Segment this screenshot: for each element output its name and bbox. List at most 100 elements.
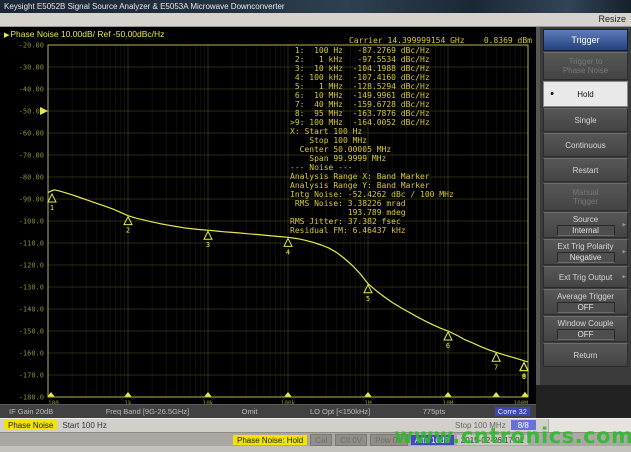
sidebar-item-label: Average Trigger — [557, 292, 614, 301]
band-marker-tick-icon — [48, 392, 55, 397]
readout-line: Center 50.00005 MHz — [290, 145, 454, 154]
y-axis-tick-label: -20.00 — [19, 42, 44, 50]
readout-line: --- Noise --- — [290, 163, 454, 172]
sidebar-item-label: Window Couple — [557, 319, 613, 328]
plot-status-chip: Freq Band [9G-26.5GHz] — [103, 407, 192, 416]
resize-button[interactable]: Resize — [598, 14, 626, 24]
reference-level-arrow-icon — [40, 107, 48, 115]
sidebar-empty-area — [536, 385, 631, 418]
y-axis-tick-label: -120.0 — [19, 262, 44, 270]
submenu-arrow-icon: ▸ — [622, 273, 626, 282]
sidebar-item-manual-trigger: Manual Trigger — [543, 183, 628, 211]
sidebar-item-value: Internal — [557, 225, 615, 236]
y-axis-tick-label: -160.0 — [19, 350, 44, 358]
plot-status-chip: LO Opt [<150kHz] — [307, 407, 373, 416]
sidebar-item-label: Ext Trig Output — [559, 273, 612, 282]
sidebar-item-label: Manual Trigger — [572, 188, 598, 206]
readout-line: Residual FM: 6.46437 kHz — [290, 226, 454, 235]
band-marker-tick-icon — [125, 392, 132, 397]
readout-line: 7: 40 MHz -159.6728 dBc/Hz — [290, 100, 454, 109]
sidebar-item-restart[interactable]: Restart — [543, 158, 628, 182]
plot-status-bar: IF Gain 20dB Freq Band [9G-26.5GHz] Omit LO… — [0, 404, 536, 418]
readout-line: Stop 100 MHz — [290, 136, 454, 145]
readout-line: 3: 10 kHz -104.1988 dBc/Hz — [290, 64, 454, 73]
sidebar-menu-title: Trigger — [543, 29, 628, 51]
readout-line: 2: 1 kHz -97.5534 dBc/Hz — [290, 55, 454, 64]
sidebar-item-label: Continuous — [565, 141, 605, 150]
readout-line: Analysis Range X: Band Marker — [290, 172, 454, 181]
readout-line: Span 99.9999 MHz — [290, 154, 454, 163]
submenu-arrow-icon: ▸ — [622, 221, 626, 230]
band-marker-tick-icon — [365, 392, 372, 397]
sidebar-item-return[interactable]: Return — [543, 343, 628, 367]
readout-line: Analysis Range Y: Band Marker — [290, 181, 454, 190]
readout-line: 5: 1 MHz -128.5294 dBc/Hz — [290, 82, 454, 91]
y-axis-tick-label: -30.00 — [19, 64, 44, 72]
trace-marker-number: 9 — [522, 373, 526, 381]
sidebar-item-label: Hold — [577, 90, 593, 99]
band-marker-tick-icon — [493, 392, 500, 397]
readout-line: >9: 100 MHz -164.0052 dBc/Hz — [290, 118, 454, 127]
phase-noise-plot[interactable]: ▶Phase Noise 10.00dB/ Ref -50.00dBc/Hz C… — [0, 27, 536, 418]
sidebar-item-label: Trigger to Phase Noise — [563, 57, 608, 75]
readout-line: Intg Noise: -52.4262 dBc / 100 MHz — [290, 190, 454, 199]
plot-status-chip: Omit — [239, 407, 261, 416]
trace-marker-icon — [48, 194, 56, 202]
band-marker-tick-icon — [285, 392, 292, 397]
readout-line: 4: 100 kHz -107.4160 dBc/Hz — [290, 73, 454, 82]
application-window: Keysight E5052B Signal Source Analyzer &… — [0, 0, 631, 452]
sidebar-item-continuous[interactable]: Continuous — [543, 133, 628, 157]
trace-marker-number: 6 — [446, 342, 450, 350]
trace-marker-icon — [284, 238, 292, 246]
readout-line: X: Start 100 Hz — [290, 127, 454, 136]
status-chip-ctl-0v: Ctl 0V — [335, 434, 367, 446]
sidebar-item-label: Source — [573, 215, 598, 224]
sidebar-item-value: Negative — [557, 252, 615, 263]
readout-line: 8: 95 MHz -163.7876 dBc/Hz — [290, 109, 454, 118]
active-trace-chip: Phase Noise — [4, 420, 57, 430]
sidebar-item-label: Ext Trig Polarity — [557, 242, 613, 251]
sidebar-item-value: OFF — [557, 329, 615, 340]
sidebar-item-window-couple[interactable]: Window CoupleOFF — [543, 316, 628, 342]
trace-marker-number: 3 — [206, 241, 210, 249]
sidebar-item-average-trigger[interactable]: Average TriggerOFF — [543, 289, 628, 315]
trace-marker-number: 5 — [366, 295, 370, 303]
sidebar-item-value: OFF — [557, 302, 615, 313]
plot-status-chip: IF Gain 20dB — [6, 407, 56, 416]
marker-readout-block: 1: 100 Hz -87.2769 dBc/Hz 2: 1 kHz -97.5… — [290, 46, 454, 235]
sidebar-item-ext-trig-output[interactable]: Ext Trig Output ▸ — [543, 266, 628, 288]
y-axis-tick-label: -130.0 — [19, 284, 44, 292]
trace-marker-number: 1 — [50, 204, 54, 212]
sidebar-item-ext-trig-polarity[interactable]: Ext Trig PolarityNegative▸ — [543, 239, 628, 265]
readout-line: 1: 100 Hz -87.2769 dBc/Hz — [290, 46, 454, 55]
y-axis-tick-label: -70.00 — [19, 152, 44, 160]
trace-marker-number: 2 — [126, 227, 130, 235]
band-marker-tick-icon — [205, 392, 212, 397]
start-frequency-label: Start 100 Hz — [62, 421, 106, 430]
y-axis-tick-label: -100.0 — [19, 218, 44, 226]
y-axis-tick-label: -60.00 — [19, 130, 44, 138]
window-title-bar[interactable]: Keysight E5052B Signal Source Analyzer &… — [0, 0, 631, 13]
window-title: Keysight E5052B Signal Source Analyzer &… — [4, 2, 285, 11]
phase-noise-chart[interactable]: -20.00-30.00-40.00-50.00-60.00-70.00-80.… — [0, 27, 536, 418]
status-chip-phase-noise-hold: Phase Noise: Hold — [233, 435, 307, 445]
plot-status-chip: Corre 32 — [495, 407, 530, 416]
sidebar-item-source[interactable]: SourceInternal ▸ — [543, 212, 628, 238]
trace-marker-icon — [204, 231, 212, 239]
plot-status-chip: 775pts — [420, 407, 449, 416]
menu-bar: Resize — [0, 13, 631, 27]
trace-marker-icon — [520, 363, 528, 371]
sidebar-item-trigger-to-phase-noise: Trigger to Phase Noise — [543, 52, 628, 80]
band-marker-tick-icon — [445, 392, 452, 397]
selected-bullet-icon: ● — [550, 90, 554, 99]
sidebar-item-label: Return — [573, 351, 597, 360]
sidebar-item-label: Restart — [573, 166, 599, 175]
readout-line: RMS Jitter: 37.382 fsec — [290, 217, 454, 226]
y-axis-tick-label: -40.00 — [19, 86, 44, 94]
sidebar-item-label: Single — [574, 116, 596, 125]
sidebar-item-hold[interactable]: ● Hold — [543, 81, 628, 107]
readout-line: 193.789 mdeg — [290, 208, 454, 217]
sidebar-item-single[interactable]: Single — [543, 108, 628, 132]
y-axis-tick-label: -80.00 — [19, 174, 44, 182]
y-axis-tick-label: -180.0 — [19, 394, 44, 402]
